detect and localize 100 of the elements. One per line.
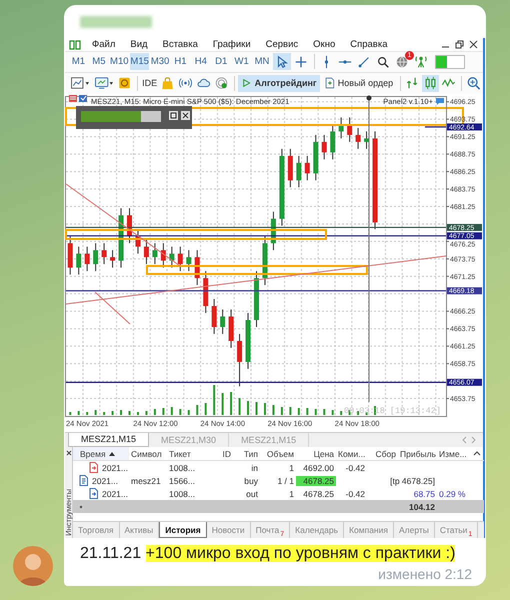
- candle: [262, 235, 268, 286]
- table-cell: 2021...: [102, 488, 128, 498]
- candle: [169, 246, 174, 268]
- candle: [338, 116, 344, 139]
- candle: [212, 298, 217, 334]
- candle: [84, 246, 90, 272]
- line-chart-dropdown-icon: [70, 76, 91, 90]
- chart-menu-icon[interactable]: [69, 94, 77, 102]
- table-cell-text: 1 / 1: [276, 476, 295, 486]
- shopping-bag-icon: [160, 76, 176, 90]
- column-header[interactable]: Цена: [296, 447, 336, 460]
- table-cell-text: 1: [288, 488, 295, 498]
- candle: [160, 242, 166, 268]
- table-cell-text: [tp 4678.25]: [389, 476, 436, 486]
- avatar: [13, 546, 53, 586]
- candle: [102, 242, 107, 264]
- table-cell-text: 1008...: [168, 488, 196, 498]
- candle: [203, 270, 208, 314]
- restore-icon[interactable]: [455, 40, 464, 50]
- new-order-button[interactable]: Новый ордер: [320, 74, 396, 92]
- table-cell: 2021...: [102, 462, 128, 472]
- candle: [118, 207, 124, 268]
- edited-time: изменено 2:12: [377, 566, 473, 582]
- chat-bubble-icon[interactable]: [436, 98, 444, 105]
- deal-in-icon: [89, 462, 99, 473]
- column-header[interactable]: Символ: [129, 447, 167, 460]
- candle: [228, 308, 234, 348]
- close-icon[interactable]: [469, 40, 478, 50]
- table-cell-text: mesz21: [130, 476, 162, 486]
- table-cell-text: out: [245, 488, 259, 498]
- menu-item[interactable]: Графики: [212, 39, 252, 50]
- price-level-line: [425, 126, 446, 128]
- menu-item[interactable]: Окно: [312, 39, 336, 50]
- candle: [254, 270, 259, 328]
- scroll-up-icon[interactable]: [473, 450, 481, 457]
- app-logo-icon[interactable]: [69, 38, 81, 51]
- message-text: 21.11.21 +100 микро вход по уровням с практики :): [79, 544, 456, 564]
- column-header[interactable]: Объем: [260, 447, 296, 460]
- menu-item[interactable]: Вставка: [162, 39, 199, 50]
- candle: [127, 207, 132, 244]
- table-cell-text: 4678.25: [302, 488, 335, 498]
- menu-item[interactable]: Файл: [91, 39, 116, 50]
- candle: [220, 308, 226, 334]
- candle: [135, 228, 140, 254]
- candle: [322, 134, 327, 160]
- candle: [186, 249, 192, 272]
- candle: [76, 246, 82, 275]
- table-cell-text: 104.12: [408, 502, 436, 512]
- column-header[interactable]: Изме...: [437, 447, 473, 460]
- candle: [93, 242, 98, 272]
- table-cell-text: 4692.00: [302, 462, 335, 472]
- candle: [246, 312, 251, 369]
- column-header[interactable]: Коми...: [336, 447, 367, 460]
- candle: [194, 249, 200, 286]
- column-header[interactable]: ID: [201, 447, 233, 460]
- antenna-icon: [412, 54, 429, 69]
- column-header[interactable]: Прибыль: [398, 447, 437, 460]
- timeframe-button[interactable]: D1: [212, 53, 231, 70]
- table-cell-text: 1008...: [168, 462, 196, 472]
- table-cell-text: buy: [243, 476, 259, 486]
- close-icon[interactable]: [66, 450, 72, 456]
- candles-button[interactable]: [422, 74, 440, 92]
- candle: [288, 148, 293, 188]
- chart-tab[interactable]: MESZ21,M15: [68, 432, 150, 447]
- cursor-button[interactable]: [272, 53, 291, 70]
- order-form-icon: [324, 76, 335, 90]
- menu-item[interactable]: Вид: [129, 39, 149, 50]
- ide-button[interactable]: IDE: [141, 74, 158, 92]
- timeframe-button[interactable]: H4: [191, 53, 210, 70]
- candle: [178, 246, 183, 272]
- table-cell-text: 68.75: [412, 488, 436, 498]
- timeframe-button[interactable]: M1: [69, 53, 88, 70]
- timeframe-button[interactable]: H1: [170, 53, 190, 70]
- candle: [304, 155, 310, 180]
- column-header[interactable]: Тип: [233, 447, 260, 460]
- signal-icon: [214, 76, 230, 90]
- timeframe-button[interactable]: M5: [89, 53, 108, 70]
- candles-icon: [423, 76, 438, 90]
- candle: [296, 155, 302, 188]
- candle: [364, 130, 370, 150]
- timeframe-button[interactable]: M15: [130, 53, 150, 70]
- panel-tab[interactable]: История: [159, 522, 207, 538]
- blurred-name: [80, 16, 152, 28]
- column-header[interactable]: Тикет: [167, 447, 201, 460]
- column-header[interactable]: Сбор: [367, 447, 398, 460]
- column-header[interactable]: Время: [73, 447, 129, 460]
- candle: [68, 235, 73, 275]
- bullet-icon: [79, 504, 83, 508]
- timeframe-button[interactable]: MN: [252, 53, 272, 70]
- zoom-in-button[interactable]: [465, 74, 482, 92]
- table-cell-text: 1: [288, 462, 295, 472]
- menu-item[interactable]: Справка: [349, 39, 389, 50]
- algo-trading-button[interactable]: Алготрейдинг: [238, 74, 320, 92]
- table-cell-text: -0.42: [344, 462, 366, 472]
- timeframe-button[interactable]: M10: [110, 53, 129, 70]
- timeframe-button[interactable]: W1: [232, 53, 252, 70]
- timeframe-button[interactable]: M30: [150, 53, 170, 70]
- candle: [330, 124, 336, 160]
- vertical-line-icon: [324, 54, 329, 69]
- menu-item[interactable]: Сервис: [264, 39, 300, 50]
